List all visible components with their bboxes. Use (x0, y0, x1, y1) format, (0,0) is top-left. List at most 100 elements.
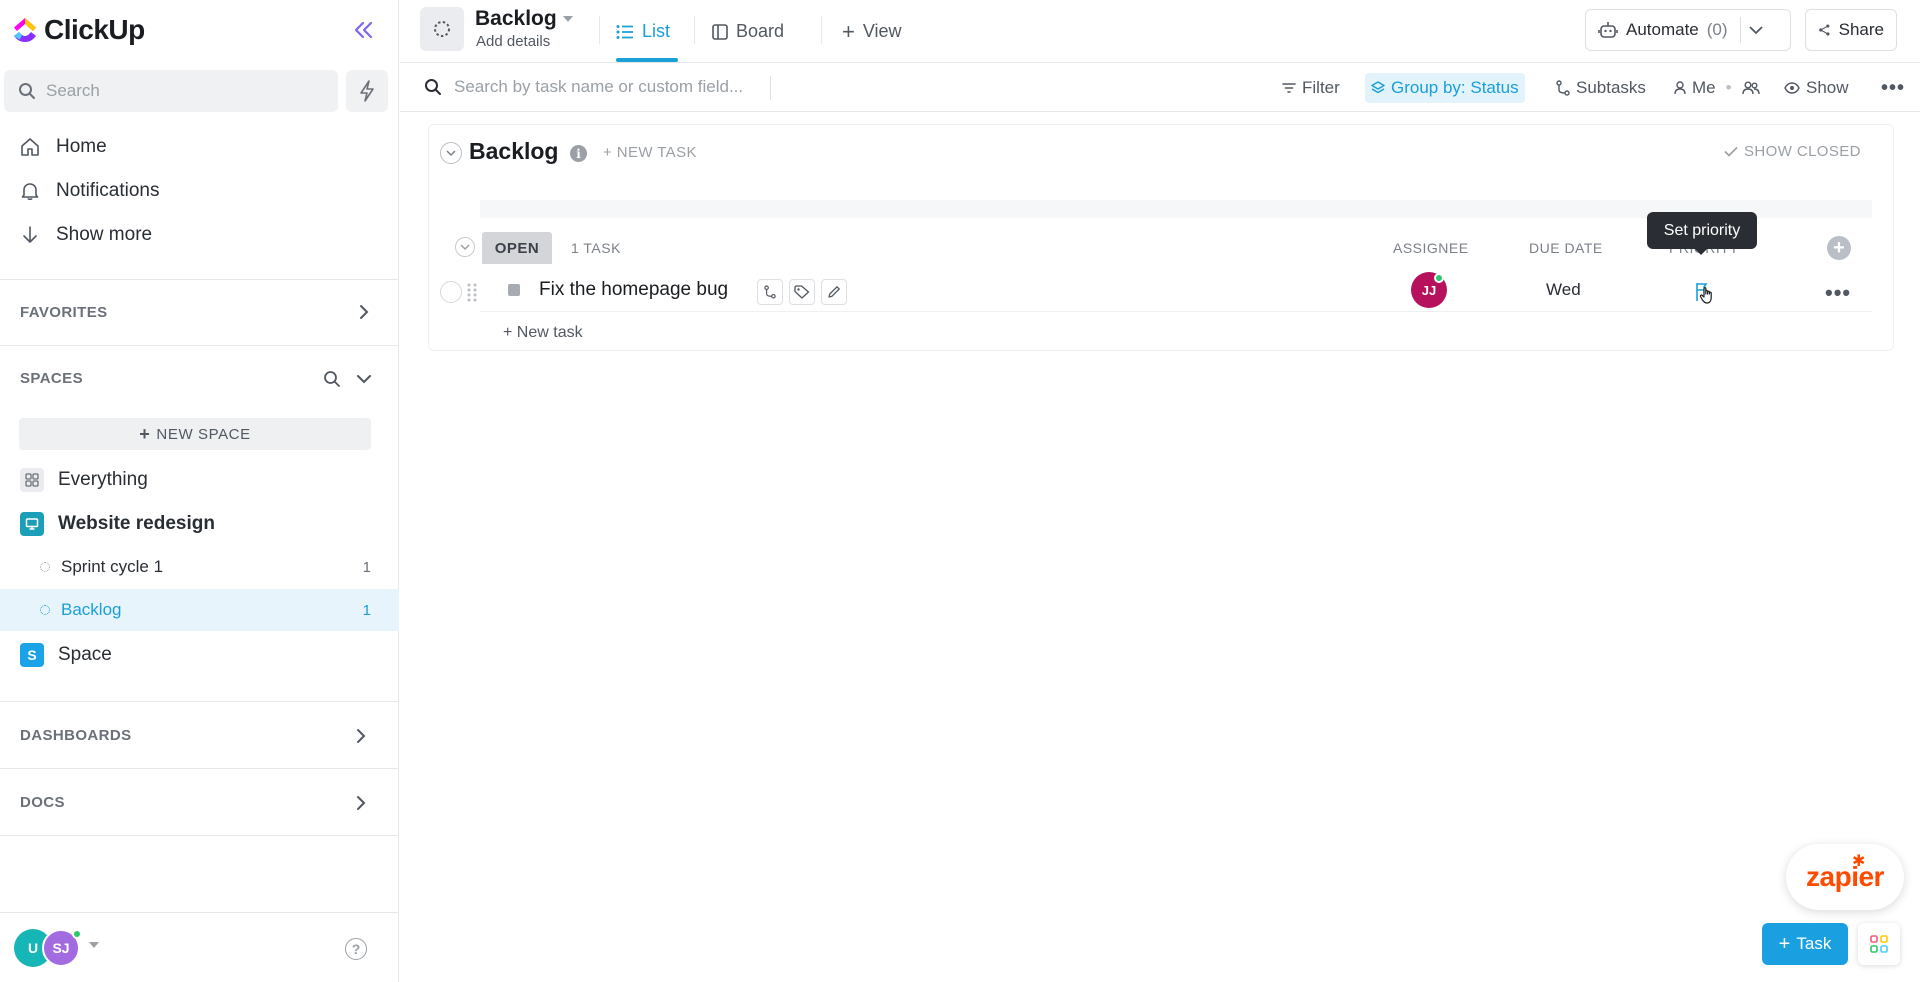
new-task-button[interactable]: + New task (503, 324, 583, 342)
add-view-button[interactable]: + View (842, 0, 902, 63)
task-more-icon[interactable]: ••• (1825, 280, 1851, 306)
automate-count: (0) (1706, 20, 1728, 39)
priority-flag-icon[interactable] (1694, 281, 1718, 305)
nav-home[interactable]: Home (20, 136, 107, 158)
filter-button[interactable]: Filter (1276, 73, 1346, 103)
divider (0, 345, 399, 346)
due-date-cell[interactable]: Wed (1546, 280, 1581, 300)
subtasks-icon (1556, 80, 1570, 96)
footer-divider (0, 912, 399, 913)
help-icon[interactable]: ? (345, 938, 367, 960)
robot-icon (1598, 22, 1618, 38)
create-task-button[interactable]: + Task (1762, 923, 1848, 965)
arrow-down-icon (23, 226, 37, 243)
collapse-list-icon[interactable] (440, 142, 462, 164)
search-spaces-icon[interactable] (322, 369, 342, 389)
divider (0, 768, 399, 769)
plus-icon: + (139, 423, 151, 444)
share-button[interactable]: Share (1805, 9, 1897, 51)
sidebar-list-sprint-cycle-1[interactable]: Sprint cycle 1 1 (0, 546, 399, 588)
task-name[interactable]: Fix the homepage bug (539, 279, 728, 301)
list-status-icon[interactable] (420, 7, 464, 51)
space-initial-icon: S (20, 643, 44, 667)
group-by-button[interactable]: Group by: Status (1365, 73, 1525, 103)
subtasks-label: Subtasks (1576, 78, 1646, 97)
me-filter-button[interactable]: Me • (1668, 73, 1766, 103)
apps-grid-button[interactable] (1858, 923, 1900, 965)
tab-list[interactable]: List (616, 0, 670, 63)
share-label: Share (1838, 20, 1884, 39)
list-title: Backlog (469, 138, 559, 164)
divider (599, 16, 600, 44)
people-icon[interactable] (1741, 81, 1760, 95)
clickup-app: ClickUp Search Home Notifications Show m… (0, 0, 1920, 982)
task-search-input[interactable]: Search by task name or custom field... (424, 77, 743, 97)
tab-board-label: Board (736, 21, 785, 41)
share-icon (1819, 24, 1830, 36)
plus-icon: + (1778, 933, 1791, 955)
sidebar-search[interactable]: Search (4, 70, 338, 112)
chevron-right-icon[interactable] (351, 726, 371, 746)
column-header-assignee[interactable]: ASSIGNEE (1393, 240, 1469, 256)
space-everything[interactable]: Everything (20, 468, 148, 492)
separator-dot: • (1725, 78, 1732, 97)
nav-show-more-label: Show more (56, 224, 153, 245)
nav-show-more[interactable]: Show more (20, 224, 152, 246)
new-space-button[interactable]: + NEW SPACE (19, 418, 371, 450)
more-options-icon[interactable]: ••• (1875, 73, 1911, 103)
collapse-group-icon[interactable] (455, 237, 475, 257)
divider (0, 279, 399, 280)
caret-down-icon[interactable] (89, 942, 99, 948)
pencil-icon (828, 286, 840, 298)
drag-handle-icon[interactable] (466, 282, 478, 302)
add-column-button[interactable]: + (1827, 236, 1851, 260)
show-closed-button[interactable]: SHOW CLOSED (1724, 143, 1861, 160)
person-icon (1674, 81, 1686, 95)
status-badge[interactable]: OPEN (482, 232, 552, 264)
chevron-down-icon[interactable] (1748, 25, 1763, 35)
rename-task-button[interactable] (821, 279, 847, 305)
search-icon (425, 79, 441, 95)
subtasks-button[interactable]: Subtasks (1550, 73, 1652, 103)
divider (694, 16, 695, 44)
nav-notifications[interactable]: Notifications (20, 180, 160, 202)
filter-label: Filter (1302, 78, 1340, 97)
sidebar-list-backlog[interactable]: Backlog 1 (0, 589, 399, 631)
space-website-redesign[interactable]: Website redesign (20, 512, 215, 536)
zapier-widget[interactable]: zapier ✱ (1786, 844, 1904, 910)
space-space[interactable]: S Space (20, 643, 112, 667)
chevron-down-icon[interactable] (354, 369, 374, 389)
add-details-link[interactable]: Add details (476, 33, 550, 50)
chevron-right-icon[interactable] (351, 793, 371, 813)
docs-title[interactable]: DOCS (20, 794, 65, 811)
active-tab-indicator (616, 58, 678, 62)
header: Backlog Add details List Board + View Au… (400, 0, 1920, 63)
collapse-sidebar-icon[interactable] (350, 16, 378, 44)
automate-button[interactable]: Automate (0) (1585, 9, 1791, 51)
show-button[interactable]: Show (1778, 73, 1855, 103)
grid-icon (20, 468, 44, 492)
tab-board[interactable]: Board (712, 0, 784, 63)
spaces-title[interactable]: SPACES (20, 370, 83, 387)
app-name: ClickUp (44, 14, 145, 45)
plus-icon: + (842, 18, 855, 44)
create-task-label: Task (1796, 934, 1832, 953)
info-icon[interactable]: i (570, 145, 587, 162)
task-select-checkbox[interactable] (440, 281, 462, 303)
quick-actions-button[interactable] (346, 70, 388, 112)
add-tag-button[interactable] (789, 279, 815, 305)
online-indicator (72, 929, 82, 939)
chevron-right-icon[interactable] (354, 302, 374, 322)
dashboards-title[interactable]: DASHBOARDS (20, 727, 132, 744)
zapier-label: zapier (1806, 861, 1884, 892)
favorites-title[interactable]: FAVORITES (20, 304, 108, 321)
page-title[interactable]: Backlog (475, 7, 573, 31)
clickup-logo[interactable]: ClickUp (12, 14, 145, 46)
column-header-due-date[interactable]: DUE DATE (1529, 240, 1603, 256)
divider (1739, 17, 1741, 43)
task-status-icon[interactable] (508, 284, 520, 296)
new-space-label: NEW SPACE (156, 425, 251, 443)
new-task-header-button[interactable]: + NEW TASK (603, 144, 697, 161)
clickup-logo-icon (14, 18, 36, 42)
add-subtask-button[interactable] (757, 279, 783, 305)
